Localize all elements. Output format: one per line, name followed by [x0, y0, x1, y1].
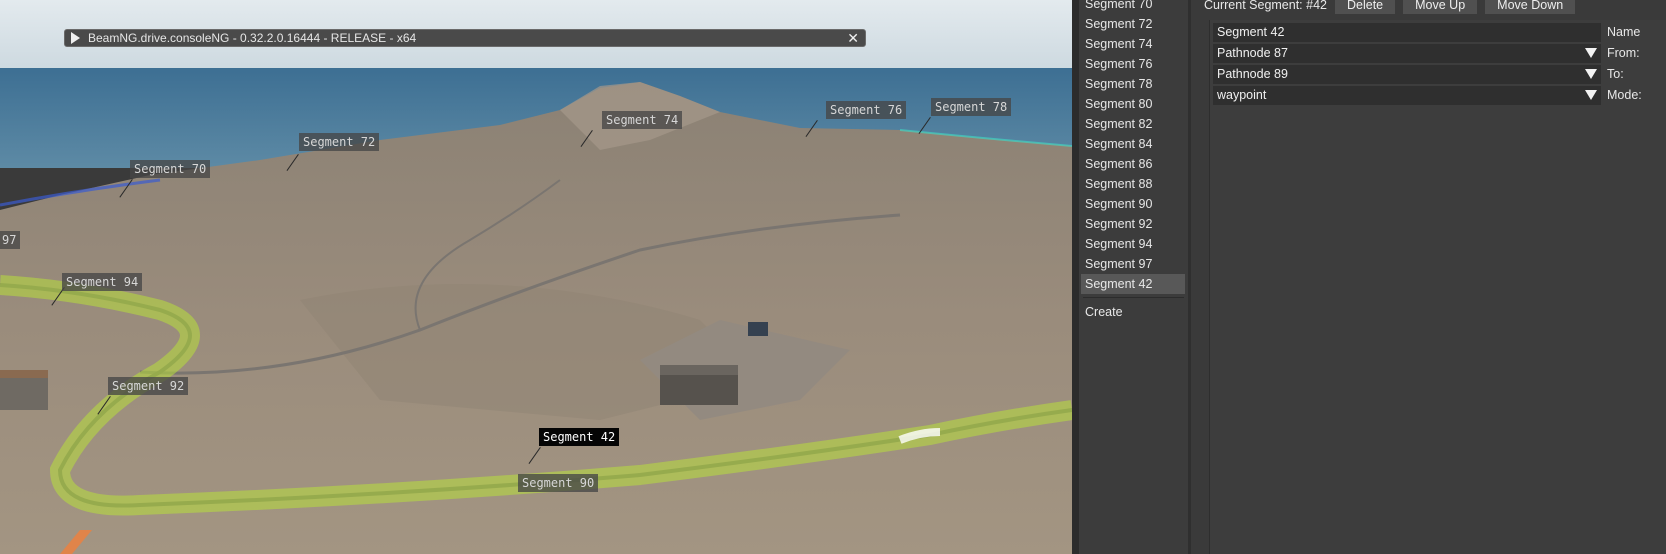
- viewport-3d[interactable]: Segment 70 Segment 72 Segment 74 Segment…: [0, 0, 1072, 554]
- segment-details-panel: Current Segment: #42 Delete Move Up Move…: [1191, 0, 1666, 554]
- segment-label-90[interactable]: Segment 90: [518, 474, 599, 492]
- mode-label: Mode:: [1607, 88, 1642, 102]
- segment-label-78[interactable]: Segment 78: [931, 98, 1012, 116]
- segment-label-72[interactable]: Segment 72: [299, 133, 380, 151]
- terrain-scene: [0, 0, 1072, 554]
- segment-list-item[interactable]: Segment 72: [1081, 14, 1185, 34]
- segment-list-item[interactable]: Segment 94: [1081, 234, 1185, 254]
- panel-divider[interactable]: [1072, 0, 1079, 554]
- segment-list-item[interactable]: Segment 88: [1081, 174, 1185, 194]
- from-select[interactable]: Pathnode 87: [1213, 44, 1601, 63]
- segment-label-97[interactable]: 97: [0, 231, 21, 249]
- create-segment-button[interactable]: Create: [1079, 302, 1188, 322]
- segment-list-item[interactable]: Segment 80: [1081, 94, 1185, 114]
- segment-list-item[interactable]: Segment 97: [1081, 254, 1185, 274]
- name-input[interactable]: Segment 42: [1213, 23, 1601, 42]
- console-window-titlebar[interactable]: BeamNG.drive.consoleNG - 0.32.2.0.16444 …: [64, 29, 866, 47]
- segment-list-item[interactable]: Segment 84: [1081, 134, 1185, 154]
- play-icon[interactable]: [71, 32, 80, 44]
- segment-list-item-selected[interactable]: Segment 42: [1081, 274, 1185, 294]
- segment-list-item[interactable]: Segment 86: [1081, 154, 1185, 174]
- segment-label-74[interactable]: Segment 74: [602, 111, 683, 129]
- segment-list-item[interactable]: Segment 76: [1081, 54, 1185, 74]
- segment-list-item[interactable]: Segment 92: [1081, 214, 1185, 234]
- segment-label-42[interactable]: Segment 42: [539, 428, 620, 446]
- close-icon[interactable]: ✕: [847, 30, 859, 46]
- move-up-button[interactable]: Move Up: [1403, 0, 1478, 14]
- details-header: Current Segment: #42 Delete Move Up Move…: [1204, 0, 1576, 14]
- from-label: From:: [1607, 46, 1640, 60]
- dropdown-arrow-icon[interactable]: [1585, 69, 1597, 79]
- console-title: BeamNG.drive.consoleNG - 0.32.2.0.16444 …: [88, 31, 417, 45]
- to-label: To:: [1607, 67, 1624, 81]
- segment-list-item[interactable]: Segment 90: [1081, 194, 1185, 214]
- delete-button[interactable]: Delete: [1335, 0, 1396, 14]
- from-select-value: Pathnode 87: [1217, 46, 1288, 60]
- current-segment-label: Current Segment: #42: [1204, 0, 1327, 12]
- dropdown-arrow-icon[interactable]: [1585, 48, 1597, 58]
- segment-label-76[interactable]: Segment 76: [826, 101, 907, 119]
- segment-label-70[interactable]: Segment 70: [130, 160, 211, 178]
- move-down-button[interactable]: Move Down: [1485, 0, 1576, 14]
- mode-select[interactable]: waypoint: [1213, 86, 1601, 105]
- segment-list-item[interactable]: Segment 70: [1081, 0, 1185, 14]
- details-form: Segment 42 Name Pathnode 87 From: Pathno…: [1209, 20, 1666, 554]
- segment-list-panel: Segment 70 Segment 72 Segment 74 Segment…: [1079, 0, 1191, 554]
- segment-list-item[interactable]: Segment 82: [1081, 114, 1185, 134]
- name-label: Name: [1607, 25, 1641, 39]
- segment-label-94[interactable]: Segment 94: [62, 273, 143, 291]
- segment-label-92[interactable]: Segment 92: [108, 377, 189, 395]
- mode-select-value: waypoint: [1217, 88, 1267, 102]
- segment-list-item[interactable]: Segment 78: [1081, 74, 1185, 94]
- list-separator: [1083, 297, 1184, 298]
- to-select-value: Pathnode 89: [1217, 67, 1288, 81]
- dropdown-arrow-icon[interactable]: [1585, 90, 1597, 100]
- segment-list-item[interactable]: Segment 74: [1081, 34, 1185, 54]
- to-select[interactable]: Pathnode 89: [1213, 65, 1601, 84]
